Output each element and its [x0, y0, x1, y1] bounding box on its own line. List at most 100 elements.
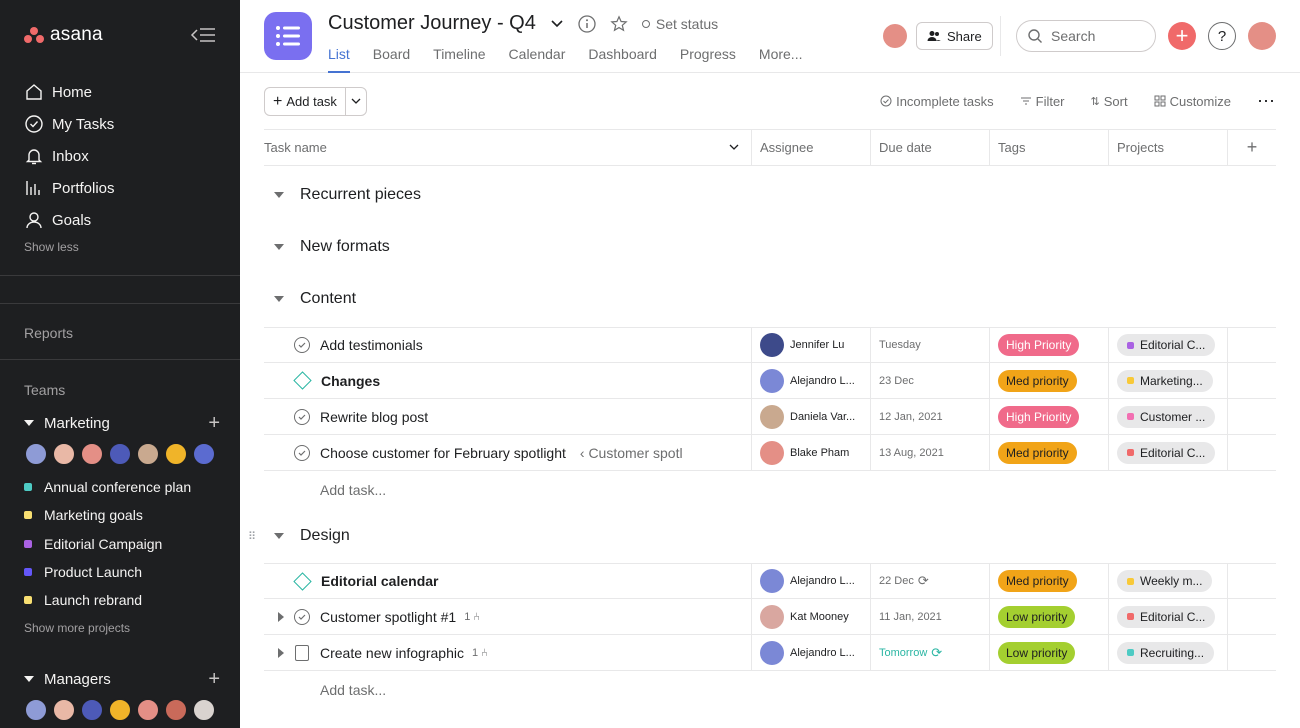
column-task-name[interactable]: Task name	[264, 140, 327, 155]
tab-list[interactable]: List	[328, 46, 350, 73]
section-header[interactable]: Design	[264, 527, 350, 545]
sidebar-item-home[interactable]: Home	[24, 76, 224, 108]
assignee-name[interactable]: Alejandro L...	[790, 575, 855, 587]
task-name[interactable]: Rewrite blog post	[320, 409, 428, 425]
caret-down-icon[interactable]	[274, 296, 284, 302]
user-avatar[interactable]	[1248, 22, 1276, 50]
search-input[interactable]: Search	[1016, 20, 1156, 52]
collapse-sidebar-icon[interactable]	[190, 26, 216, 44]
column-tags[interactable]: Tags	[989, 130, 1108, 165]
section-title[interactable]: New formats	[300, 238, 390, 256]
table-row[interactable]: Add testimonials Jennifer Lu Tuesday Hig…	[264, 327, 1276, 363]
task-name[interactable]: Editorial calendar	[321, 573, 438, 589]
assignee-name[interactable]: Daniela Var...	[790, 411, 855, 423]
assignee-name[interactable]: Blake Pham	[790, 447, 849, 459]
tab-timeline[interactable]: Timeline	[433, 46, 485, 73]
task-name[interactable]: Add testimonials	[320, 337, 423, 353]
sidebar-item-inbox[interactable]: Inbox	[24, 140, 224, 172]
parent-task-link[interactable]: ‹ Customer spotl	[580, 445, 683, 461]
table-row[interactable]: Changes Alejandro L... 23 Dec Med priori…	[264, 363, 1276, 399]
column-projects[interactable]: Projects	[1108, 130, 1227, 165]
column-assignee[interactable]: Assignee	[751, 130, 870, 165]
priority-tag[interactable]: High Priority	[998, 405, 1080, 428]
priority-tag[interactable]: Med priority	[998, 441, 1077, 464]
chevron-down-icon[interactable]	[729, 144, 739, 151]
project-pill[interactable]: Editorial C...	[1117, 605, 1216, 628]
caret-down-icon[interactable]	[274, 192, 284, 198]
priority-tag[interactable]: Low priority	[998, 605, 1076, 628]
table-row[interactable]: Customer spotlight #1 1 ⑃ Kat Mooney 11 Ja…	[264, 599, 1276, 635]
sidebar-item-my-tasks[interactable]: My Tasks	[24, 108, 224, 140]
team-members[interactable]	[24, 698, 216, 722]
more-options-icon[interactable]: ⋯	[1257, 91, 1276, 112]
table-row[interactable]: Rewrite blog post Daniela Var... 12 Jan,…	[264, 399, 1276, 435]
quick-add-button[interactable]: +	[1168, 22, 1196, 50]
task-name[interactable]: Changes	[321, 373, 380, 389]
project-title[interactable]: Customer Journey - Q4	[328, 12, 536, 35]
caret-down-icon[interactable]	[274, 244, 284, 250]
sidebar-project[interactable]: Marketing goals	[24, 507, 143, 523]
set-status-button[interactable]: Set status	[641, 16, 718, 32]
section-header[interactable]: Content	[264, 290, 356, 308]
priority-tag[interactable]: High Priority	[998, 334, 1080, 356]
subtask-count[interactable]: 1 ⑃	[472, 647, 488, 659]
table-row[interactable]: Create new infographic 1 ⑃ Alejandro L... …	[264, 635, 1276, 671]
tab-dashboard[interactable]: Dashboard	[588, 46, 657, 73]
due-date[interactable]: 23 Dec	[879, 375, 914, 387]
add-column-icon[interactable]: +	[1227, 130, 1276, 165]
task-name[interactable]: Create new infographic	[320, 645, 464, 661]
add-task-inline[interactable]: Add task...	[320, 482, 386, 498]
sort-button[interactable]: ⇅ Sort	[1091, 94, 1128, 109]
assignee-name[interactable]: Jennifer Lu	[790, 339, 844, 351]
task-name[interactable]: Choose customer for February spotlight	[320, 445, 566, 461]
chevron-down-icon[interactable]	[550, 19, 564, 29]
assignee-name[interactable]: Kat Mooney	[790, 611, 849, 623]
add-task-inline[interactable]: Add task...	[320, 682, 386, 698]
approval-icon[interactable]	[295, 644, 309, 661]
priority-tag[interactable]: Med priority	[998, 570, 1077, 592]
expand-subtasks-icon[interactable]	[278, 647, 284, 658]
help-button[interactable]: ?	[1208, 22, 1236, 50]
show-more-projects-link[interactable]: Show more projects	[24, 621, 130, 635]
section-header[interactable]: Recurrent pieces	[264, 186, 421, 204]
section-header[interactable]: New formats	[264, 238, 390, 256]
info-icon[interactable]	[578, 14, 596, 33]
sidebar-project[interactable]: Editorial Campaign	[24, 536, 162, 552]
drag-handle-icon[interactable]: ⠿	[248, 530, 256, 543]
due-date[interactable]: 12 Jan, 2021	[879, 411, 943, 423]
tab-progress[interactable]: Progress	[680, 46, 736, 73]
table-row[interactable]: Editorial calendar Alejandro L... 22 Dec…	[264, 563, 1276, 599]
priority-tag[interactable]: Med priority	[998, 369, 1077, 392]
project-pill[interactable]: Editorial C...	[1117, 441, 1216, 464]
sidebar-project[interactable]: Annual conference plan	[24, 479, 191, 495]
complete-task-icon[interactable]	[294, 408, 310, 425]
due-date[interactable]: Tomorrow	[879, 647, 927, 659]
sidebar-item-goals[interactable]: Goals	[24, 204, 224, 236]
filter-button[interactable]: Filter	[1020, 94, 1065, 109]
table-row[interactable]: Choose customer for February spotlight ‹ …	[264, 435, 1276, 471]
expand-subtasks-icon[interactable]	[278, 611, 284, 622]
add-project-icon[interactable]: +	[208, 413, 220, 433]
assignee-name[interactable]: Alejandro L...	[790, 647, 855, 659]
subtask-count[interactable]: 1 ⑃	[464, 611, 480, 623]
complete-task-icon[interactable]	[294, 608, 310, 625]
due-date[interactable]: 11 Jan, 2021	[879, 611, 942, 623]
star-icon[interactable]	[610, 14, 628, 33]
team-marketing[interactable]: Marketing +	[24, 413, 220, 433]
section-title[interactable]: Content	[300, 290, 356, 308]
project-list-icon[interactable]	[264, 12, 312, 60]
project-pill[interactable]: Weekly m...	[1117, 570, 1213, 592]
sidebar-item-reports[interactable]: Reports	[24, 325, 73, 341]
milestone-icon[interactable]	[293, 571, 312, 591]
chevron-down-icon[interactable]	[346, 88, 366, 115]
sidebar-item-portfolios[interactable]: Portfolios	[24, 172, 224, 204]
caret-down-icon[interactable]	[274, 533, 284, 539]
section-title[interactable]: Design	[300, 527, 350, 545]
tab-calendar[interactable]: Calendar	[509, 46, 566, 73]
tab-more[interactable]: More...	[759, 46, 803, 73]
assignee-name[interactable]: Alejandro L...	[790, 375, 855, 387]
priority-tag[interactable]: Low priority	[998, 641, 1076, 664]
tab-board[interactable]: Board	[373, 46, 410, 73]
team-managers[interactable]: Managers +	[24, 669, 220, 689]
incomplete-tasks-button[interactable]: Incomplete tasks	[880, 94, 994, 109]
